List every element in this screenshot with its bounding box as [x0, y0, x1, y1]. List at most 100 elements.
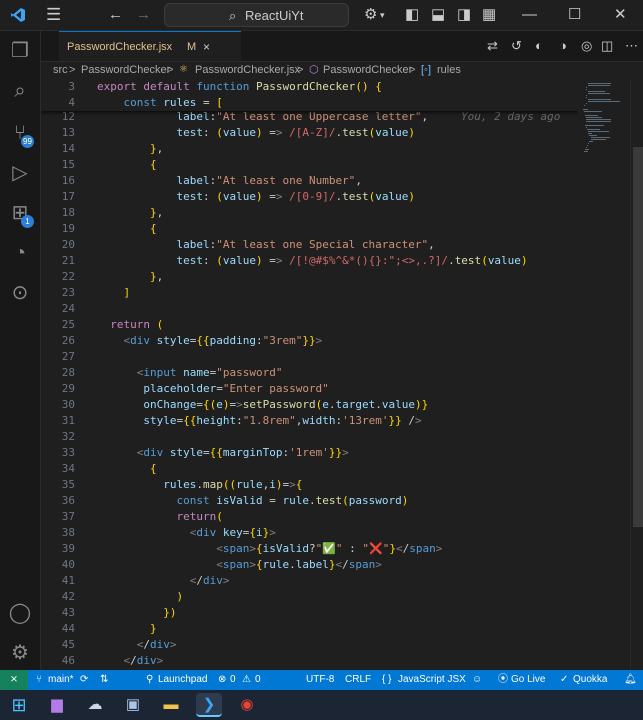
- code-line[interactable]: 14 },: [41, 141, 578, 157]
- code-line[interactable]: 43 }): [41, 605, 578, 621]
- app-window-icon[interactable]: ▣: [120, 693, 146, 717]
- more-actions-icon[interactable]: ⋯: [625, 31, 638, 61]
- language-mode[interactable]: JavaScript JSX: [398, 670, 466, 690]
- code-line[interactable]: 15 {: [41, 157, 578, 173]
- tab-passwordchecker[interactable]: PasswordChecker.jsx M ×: [59, 31, 241, 61]
- line-number: 18: [61, 206, 75, 219]
- app-cloud-icon[interactable]: ☁: [82, 693, 108, 717]
- breadcrumb-src[interactable]: src: [53, 62, 68, 78]
- compare-changes-icon[interactable]: ⇄: [487, 31, 498, 61]
- encoding-status[interactable]: UTF-8: [306, 670, 334, 690]
- launchpad-status[interactable]: Launchpad: [158, 670, 208, 690]
- code-line[interactable]: 13 test: (value) => /[A-Z]/.test(value): [41, 125, 578, 141]
- app-purple-icon[interactable]: ▆: [44, 693, 70, 717]
- code-line[interactable]: 21 test: (value) => /[!@#$%^&*(){}:";<>,…: [41, 253, 578, 269]
- quokka-status[interactable]: Quokka: [573, 670, 607, 690]
- file-explorer-icon[interactable]: ▬: [158, 693, 184, 717]
- code-line[interactable]: 27: [41, 349, 578, 365]
- code-line[interactable]: 26 <div style={{padding:"3rem"}}>: [41, 333, 578, 349]
- vscode-taskbar-icon[interactable]: ❯: [196, 693, 222, 717]
- forward-arrow-icon[interactable]: →: [136, 0, 151, 30]
- close-window-icon[interactable]: ✕: [614, 0, 627, 30]
- gitlens-icon[interactable]: ◔: [0, 233, 40, 273]
- code-line[interactable]: 37 return(: [41, 509, 578, 525]
- code-line[interactable]: 41 </div>: [41, 573, 578, 589]
- warning-count[interactable]: 0: [255, 670, 261, 690]
- code-line[interactable]: 38 <div key={i}>: [41, 525, 578, 541]
- back-arrow-icon[interactable]: ←: [108, 0, 123, 30]
- code-line[interactable]: 40 <span>{rule.label}</span>: [41, 557, 578, 573]
- search-view-icon[interactable]: ⌕: [0, 71, 40, 111]
- publish-icon[interactable]: ⇅: [100, 670, 108, 690]
- error-count[interactable]: 0: [230, 670, 236, 690]
- code-line[interactable]: 45 </div>: [41, 637, 578, 653]
- code-line[interactable]: 28 <input name="password": [41, 365, 578, 381]
- next-change-icon[interactable]: ◑: [559, 31, 567, 61]
- notifications-bell-icon[interactable]: 🔔︎: [624, 670, 637, 690]
- breadcrumb-function[interactable]: PasswordChecker: [323, 62, 412, 78]
- extensions-icon[interactable]: ⊞ 1: [0, 193, 40, 233]
- preview-icon[interactable]: ◎: [581, 31, 592, 61]
- toggle-secondary-sidebar-icon[interactable]: ◨: [457, 0, 471, 30]
- code-line[interactable]: 23 ]: [41, 285, 578, 301]
- previous-change-icon[interactable]: ◐: [535, 31, 543, 61]
- copilot-icon[interactable]: ⚙: [364, 0, 377, 30]
- copilot-status-icon[interactable]: ☺: [472, 670, 482, 690]
- code-line[interactable]: 30 onChange={(e)=>setPassword(e.target.v…: [41, 397, 578, 413]
- code-line[interactable]: 36 const isValid = rule.test(password): [41, 493, 578, 509]
- code-line[interactable]: 34 {: [41, 461, 578, 477]
- code-line[interactable]: 22 },: [41, 269, 578, 285]
- close-tab-icon[interactable]: ×: [203, 32, 210, 62]
- code-line[interactable]: 32: [41, 429, 578, 445]
- explorer-icon[interactable]: ❐: [0, 31, 40, 71]
- code-line[interactable]: 19 {: [41, 221, 578, 237]
- go-live-button[interactable]: Go Live: [511, 670, 545, 690]
- code-line[interactable]: 25 return (: [41, 317, 578, 333]
- code-line[interactable]: 17 test: (value) => /[0-9]/.test(value): [41, 189, 578, 205]
- copilot-dropdown-icon[interactable]: ▾: [380, 0, 385, 30]
- code-line[interactable]: 46 </div>: [41, 653, 578, 669]
- code-line[interactable]: 39 <span>{isValid?"✅" : "❌"}</span>: [41, 541, 578, 557]
- code-line[interactable]: 35 rules.map((rule,i)=>{: [41, 477, 578, 493]
- code-editor[interactable]: 12 label:"At least one Uppercase letter"…: [41, 79, 578, 669]
- sticky-line[interactable]: 4 const rules = [: [41, 95, 578, 111]
- run-debug-icon[interactable]: ▷: [0, 153, 40, 193]
- breadcrumb-file[interactable]: PasswordChecker.jsx: [195, 62, 300, 78]
- menu-icon[interactable]: ☰: [46, 0, 61, 30]
- breadcrumb-rules[interactable]: rules: [437, 62, 461, 78]
- split-editor-icon[interactable]: ◫: [601, 31, 613, 61]
- code-line[interactable]: 24: [41, 301, 578, 317]
- chrome-icon[interactable]: ◉: [234, 693, 260, 717]
- toggle-primary-sidebar-icon[interactable]: ◧: [405, 0, 419, 30]
- code-line[interactable]: 44 }: [41, 621, 578, 637]
- command-center-search[interactable]: ⌕ ReactUiYt: [164, 3, 349, 27]
- code-line[interactable]: 16 label:"At least one Number",: [41, 173, 578, 189]
- source-control-icon[interactable]: ⑂ 99: [0, 113, 40, 153]
- code-line[interactable]: 20 label:"At least one Special character…: [41, 237, 578, 253]
- sticky-line[interactable]: 3 export default function PasswordChecker…: [41, 79, 578, 95]
- code-line[interactable]: 18 },: [41, 205, 578, 221]
- minimize-icon[interactable]: —: [522, 0, 537, 30]
- accounts-icon[interactable]: ◯: [0, 593, 40, 633]
- open-changes-icon[interactable]: ↺: [511, 31, 522, 61]
- customize-layout-icon[interactable]: ▦: [482, 0, 496, 30]
- scrollbar-thumb[interactable]: [633, 147, 643, 527]
- editor-scrollbar[interactable]: [630, 79, 643, 669]
- remote-explorer-icon[interactable]: ⊙: [0, 273, 40, 313]
- code-line[interactable]: 12 label:"At least one Uppercase letter"…: [41, 109, 578, 125]
- remote-indicator-icon[interactable]: ⨯: [0, 670, 28, 690]
- maximize-icon[interactable]: ☐: [568, 0, 581, 30]
- eol-status[interactable]: CRLF: [345, 670, 371, 690]
- code-line[interactable]: 42 ): [41, 589, 578, 605]
- toggle-panel-icon[interactable]: ⬓: [431, 0, 445, 30]
- sync-icon[interactable]: ⟳: [80, 670, 88, 690]
- code-line[interactable]: 31 style={{height:"1.8rem",width:'13rem'…: [41, 413, 578, 429]
- branch-status[interactable]: main*: [48, 670, 74, 690]
- sticky-scroll-header[interactable]: 3 export default function PasswordChecker…: [41, 79, 578, 111]
- code-line[interactable]: 29 placeholder="Enter password": [41, 381, 578, 397]
- code-line[interactable]: 33 <div style={{marginTop:'1rem'}}>: [41, 445, 578, 461]
- manage-gear-icon[interactable]: ⚙: [0, 633, 40, 673]
- breadcrumb-folder[interactable]: PasswordChecker: [81, 62, 170, 78]
- minimap[interactable]: [578, 79, 630, 669]
- windows-start-icon[interactable]: ⊞: [6, 693, 32, 717]
